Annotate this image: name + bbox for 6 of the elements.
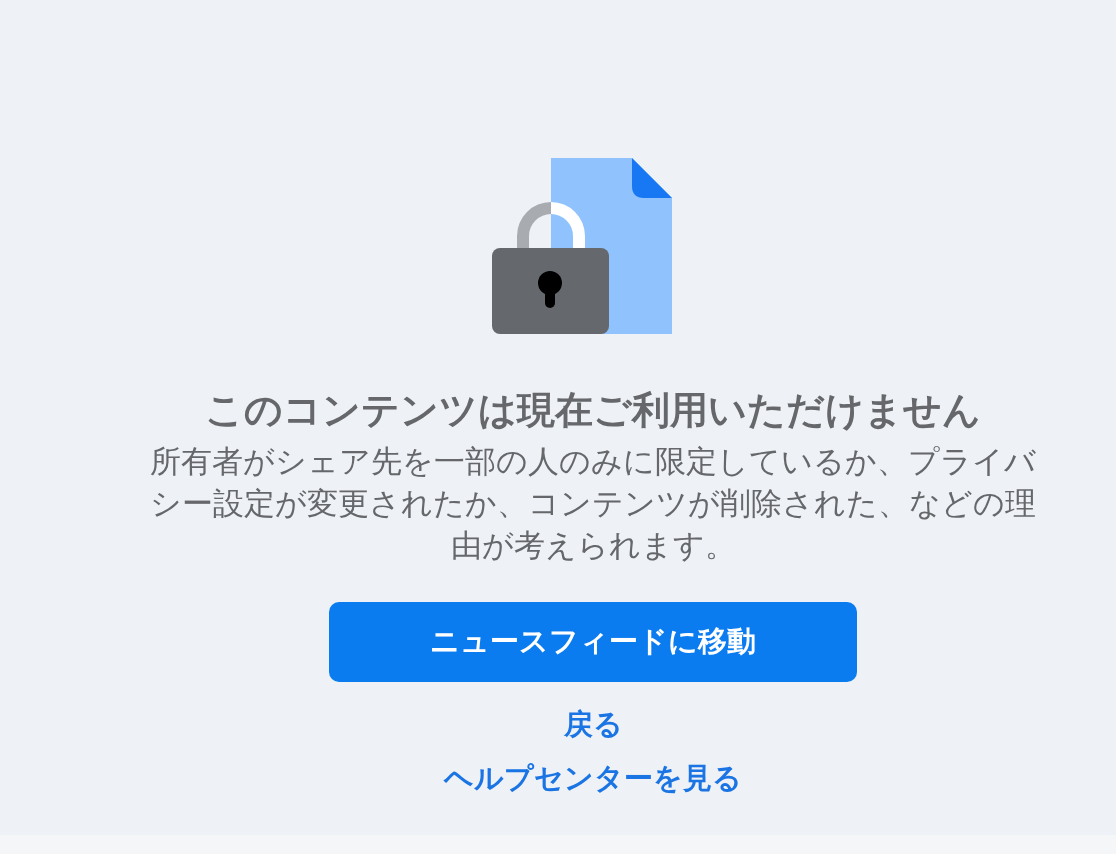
error-title: このコンテンツは現在ご利用いただけません xyxy=(205,387,981,434)
news-feed-button[interactable]: ニュースフィードに移動 xyxy=(329,602,857,682)
text-link[interactable]: 戻る xyxy=(563,704,623,744)
text-link[interactable]: ヘルプセンターを見る xyxy=(444,758,742,798)
lock-document-icon xyxy=(492,158,672,334)
error-message: 所有者がシェア先を一部の人のみに限定しているか、プライバシー設定が変更されたか、コンテンツが削除された、などの理由が考えられます。 xyxy=(149,442,1037,565)
